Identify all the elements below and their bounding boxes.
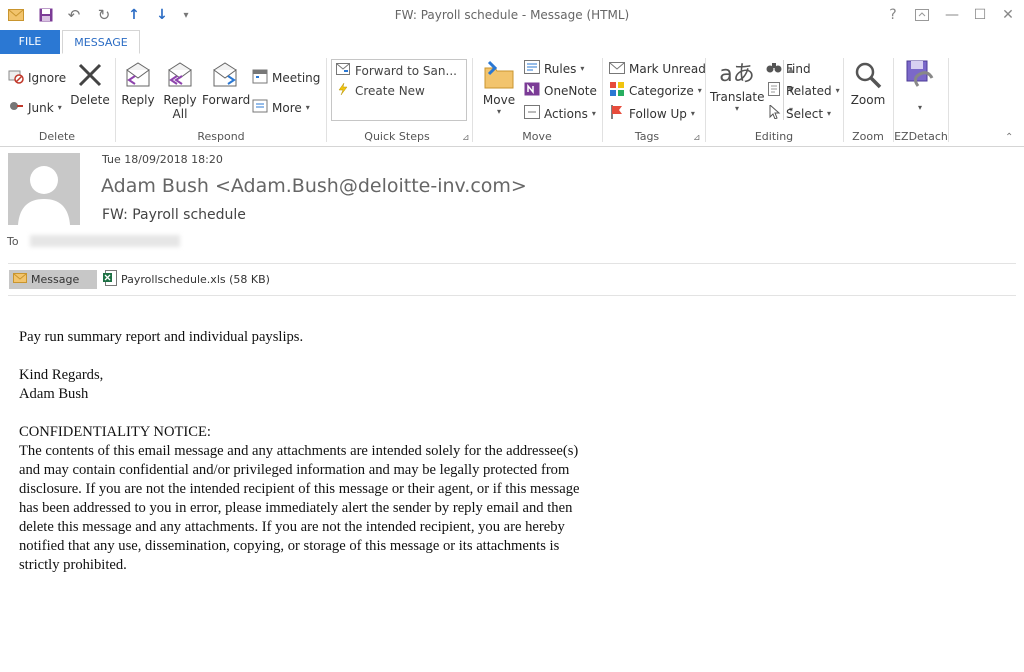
notice-line: and may contain confidential and/or priv… (19, 462, 570, 478)
actions-icon (524, 105, 540, 122)
junk-icon (8, 98, 24, 117)
ezdetach-icon (900, 58, 940, 93)
group-label-ezdetach: EZDetach (894, 130, 948, 143)
rules-button[interactable]: Rules ▾ (524, 60, 584, 77)
quick-step-create-new[interactable]: Create New (336, 82, 425, 98)
ignore-button[interactable]: Ignore (8, 68, 66, 87)
find-button[interactable]: Find (766, 60, 811, 77)
person-placeholder-icon (8, 153, 80, 225)
junk-button[interactable]: Junk ▾ (8, 98, 62, 117)
notice-line: delete this message and any attachments.… (19, 519, 565, 535)
translate-button[interactable]: aあ Translate ▾ (710, 60, 765, 113)
header-divider (8, 263, 1016, 264)
excel-file-icon (103, 270, 117, 289)
tab-message[interactable]: MESSAGE (62, 30, 140, 54)
ignore-icon (8, 68, 24, 87)
attachments-divider (8, 295, 1016, 296)
group-separator (948, 58, 949, 142)
related-icon (766, 82, 782, 99)
tab-file[interactable]: FILE (0, 30, 60, 54)
group-label-tags: Tags (634, 130, 660, 143)
cursor-icon (766, 103, 782, 122)
ribbon: Ignore Junk ▾ Delete Delete Reply Reply A… (0, 54, 1024, 147)
group-label-quick-steps: Quick Steps (364, 130, 430, 143)
sender-avatar (8, 153, 80, 225)
group-label-respond: Respond (197, 130, 245, 143)
select-button[interactable]: Select ▾ (766, 103, 831, 122)
translate-icon: aあ (719, 62, 755, 87)
rules-icon (524, 60, 540, 77)
mark-unread-icon (609, 60, 625, 77)
group-label-zoom: Zoom (852, 130, 884, 143)
reply-all-button[interactable]: Reply All (162, 60, 198, 121)
reply-button[interactable]: Reply (120, 60, 156, 107)
tags-launcher-icon[interactable]: ⊿ (693, 133, 701, 143)
notice-line: notified that any use, dissemination, co… (19, 538, 560, 554)
forward-button[interactable]: Forward (202, 60, 250, 107)
to-label: To (7, 235, 19, 248)
notice-line: disclosure. If you are not the intended … (19, 481, 580, 497)
forward-mail-icon (336, 63, 350, 78)
body-regards: Kind Regards, (19, 367, 104, 383)
mark-unread-button[interactable]: Mark Unread (609, 60, 706, 77)
related-button[interactable]: Related ▾ (766, 82, 840, 99)
window-title: FW: Payroll schedule - Message (HTML) (394, 8, 630, 22)
minimize-button[interactable]: — (942, 5, 962, 25)
recipient-redacted (30, 235, 180, 247)
forward-icon (202, 60, 248, 93)
flag-icon (609, 105, 625, 122)
reply-icon (120, 60, 156, 93)
delete-icon (70, 60, 110, 93)
lightning-icon (336, 82, 350, 98)
categorize-icon (609, 82, 625, 99)
attachment-file[interactable]: Payrollschedule.xls (58 KB) (103, 270, 270, 289)
group-label-move: Move (522, 130, 552, 143)
binoculars-icon (766, 60, 782, 77)
delete-button[interactable]: Delete (70, 60, 110, 107)
folder-move-icon (478, 60, 520, 93)
follow-up-button[interactable]: Follow Up ▾ (609, 105, 695, 122)
ribbon-tabs: FILE MESSAGE (0, 30, 1024, 55)
group-label-editing: Editing (754, 130, 794, 143)
notice-line: strictly prohibited. (19, 557, 127, 573)
move-button[interactable]: Move ▾ (478, 60, 520, 116)
calendar-icon (252, 68, 268, 87)
message-subject: FW: Payroll schedule (102, 207, 246, 223)
onenote-button[interactable]: OneNote (524, 82, 597, 99)
collapse-ribbon-icon[interactable]: ⌃ (1005, 132, 1013, 143)
more-icon (252, 98, 268, 117)
group-label-delete: Delete (38, 130, 76, 143)
close-button[interactable]: ✕ (998, 5, 1018, 25)
notice-line: The contents of this email message and a… (19, 443, 579, 459)
magnifier-icon (848, 60, 888, 93)
maximize-button[interactable]: ☐ (970, 5, 990, 25)
notice-line: has been addressed to you in error, plea… (19, 500, 573, 516)
title-bar: ↶ ↻ ↑ ↓ ▾ FW: Payroll schedule - Message… (0, 0, 1024, 30)
quick-step-forward[interactable]: Forward to San... (336, 63, 457, 78)
quick-steps-gallery[interactable]: Forward to San... Create New ▲ ▼ ▾ (331, 59, 794, 121)
message-date: Tue 18/09/2018 18:20 (102, 153, 223, 166)
body-paragraph: Pay run summary report and individual pa… (19, 329, 304, 345)
help-button[interactable]: ? (883, 5, 903, 25)
message-sender[interactable]: Adam Bush <Adam.Bush@deloitte-inv.com> (101, 175, 527, 197)
ezdetach-button[interactable]: ▾ (900, 58, 940, 112)
body-signature: Adam Bush (19, 386, 89, 402)
actions-button[interactable]: Actions ▾ (524, 105, 596, 122)
meeting-button[interactable]: Meeting (252, 68, 320, 87)
reply-all-icon (162, 60, 198, 93)
more-respond-button[interactable]: More ▾ (252, 98, 310, 117)
ribbon-display-options-icon[interactable] (912, 5, 932, 25)
notice-title: CONFIDENTIALITY NOTICE: (19, 424, 211, 440)
zoom-button[interactable]: Zoom (848, 60, 888, 107)
onenote-icon (524, 82, 540, 99)
quick-steps-launcher-icon[interactable]: ⊿ (462, 133, 470, 143)
envelope-icon (13, 273, 27, 286)
attachment-message-tab[interactable]: Message (9, 270, 97, 289)
categorize-button[interactable]: Categorize ▾ (609, 82, 702, 99)
